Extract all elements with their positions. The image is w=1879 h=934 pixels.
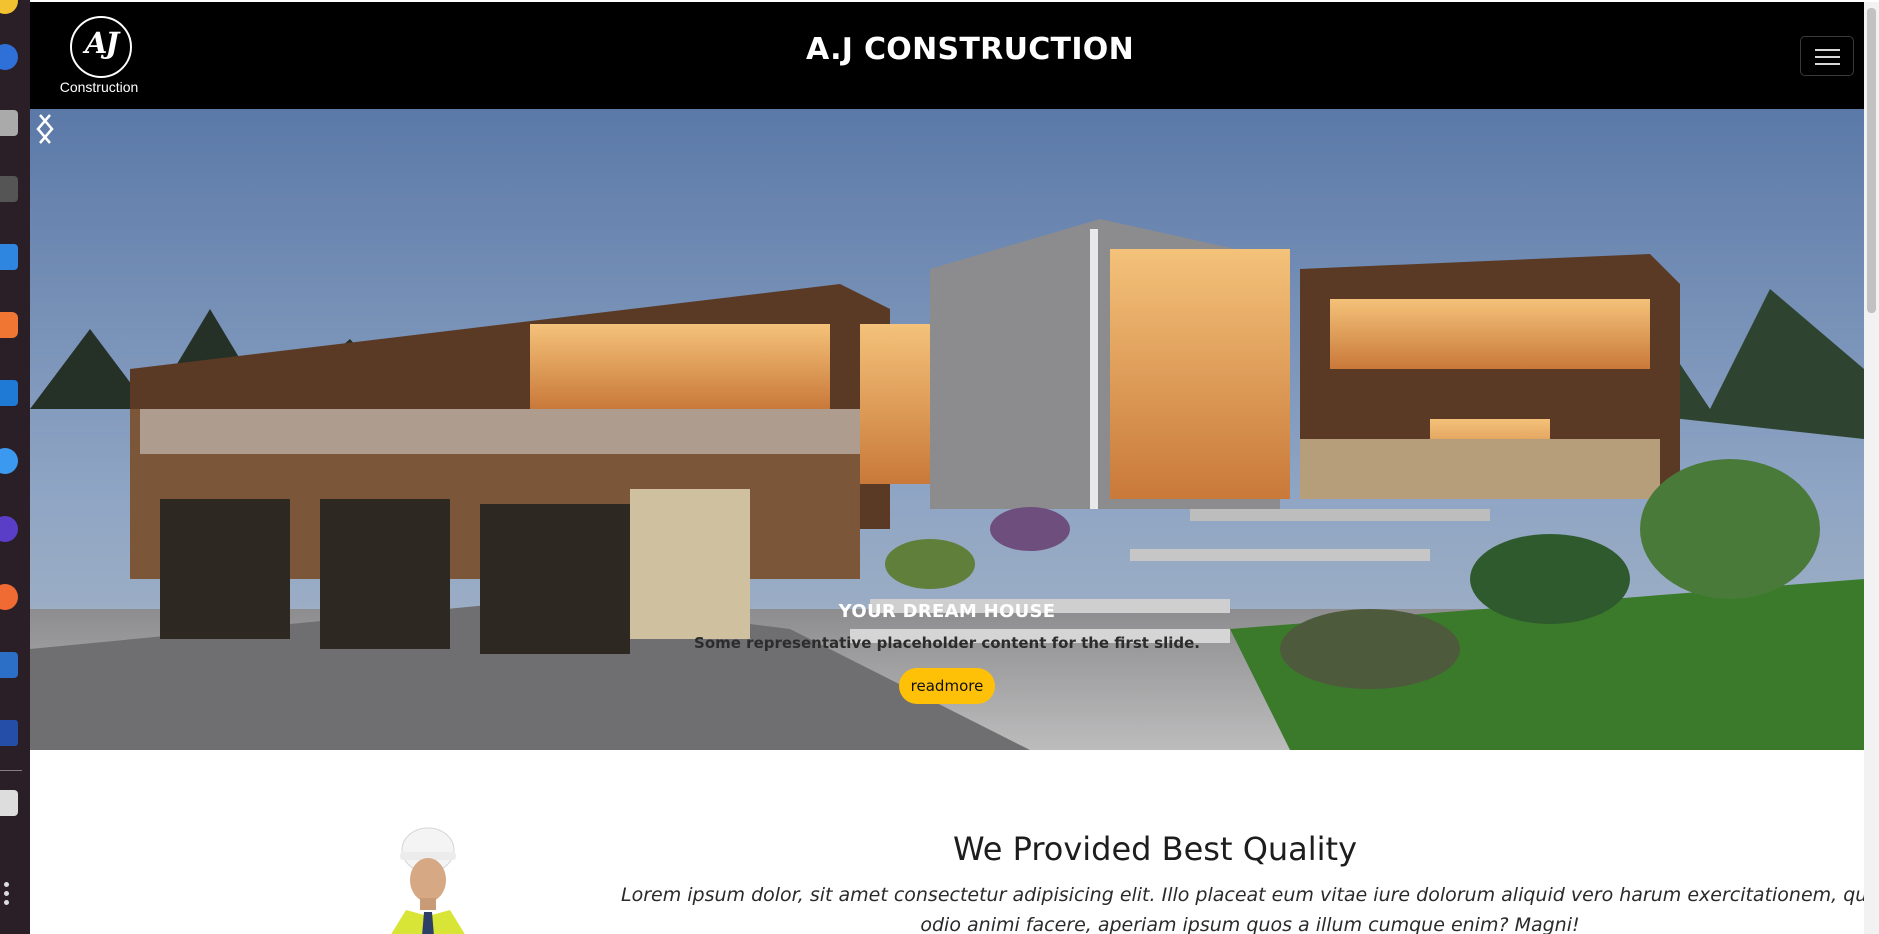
caption-title: YOUR DREAM HOUSE	[838, 601, 1056, 622]
chrome-icon[interactable]	[0, 0, 18, 14]
navbar: AJ Construction A.J CONSTRUCTION	[30, 2, 1864, 109]
brand-title: A.J CONSTRUCTION	[806, 32, 1134, 67]
eclipse-icon[interactable]	[0, 516, 18, 542]
files-icon[interactable]	[0, 110, 18, 136]
page: AJ Construction A.J CONSTRUCTION YOUR DR…	[30, 2, 1864, 934]
navbar-toggler-button[interactable]	[1800, 36, 1854, 76]
hamburger-icon	[1815, 49, 1840, 51]
software-icon[interactable]	[0, 312, 18, 338]
worker-image	[391, 827, 465, 934]
show-apps-icon[interactable]	[4, 882, 10, 909]
hamburger-icon-line	[1815, 56, 1840, 58]
section-body: Lorem ipsum dolor, sit amet consectetur …	[621, 884, 1864, 934]
carousel-caption: YOUR DREAM HOUSE Some representative pla…	[30, 601, 1864, 704]
browser-icon[interactable]	[0, 448, 18, 474]
caption-text: Some representative placeholder content …	[694, 634, 1200, 652]
trash-icon[interactable]	[0, 790, 18, 816]
readmore-button[interactable]: readmore	[898, 668, 996, 704]
document-icon[interactable]	[0, 244, 18, 270]
section-title: We Provided Best Quality	[952, 830, 1358, 868]
page-scrollbar[interactable]	[1864, 2, 1879, 934]
terminal-icon[interactable]	[0, 176, 18, 202]
hamburger-icon-line	[1815, 63, 1840, 65]
dock-separator	[0, 770, 22, 771]
postman-icon[interactable]	[0, 584, 18, 610]
vscode-icon[interactable]	[0, 380, 18, 406]
window-icon[interactable]	[0, 720, 18, 746]
tools-icon[interactable]	[0, 652, 18, 678]
os-dock	[0, 0, 30, 934]
firefox-icon[interactable]	[0, 44, 18, 70]
logo-subtitle: Construction	[59, 79, 139, 95]
quality-section: We Provided Best Quality Lorem ipsum dol…	[30, 750, 1864, 934]
hero-carousel: YOUR DREAM HOUSE Some representative pla…	[30, 109, 1864, 750]
scrollbar-thumb[interactable]	[1867, 8, 1876, 313]
chevron-right-icon[interactable]	[30, 109, 60, 149]
